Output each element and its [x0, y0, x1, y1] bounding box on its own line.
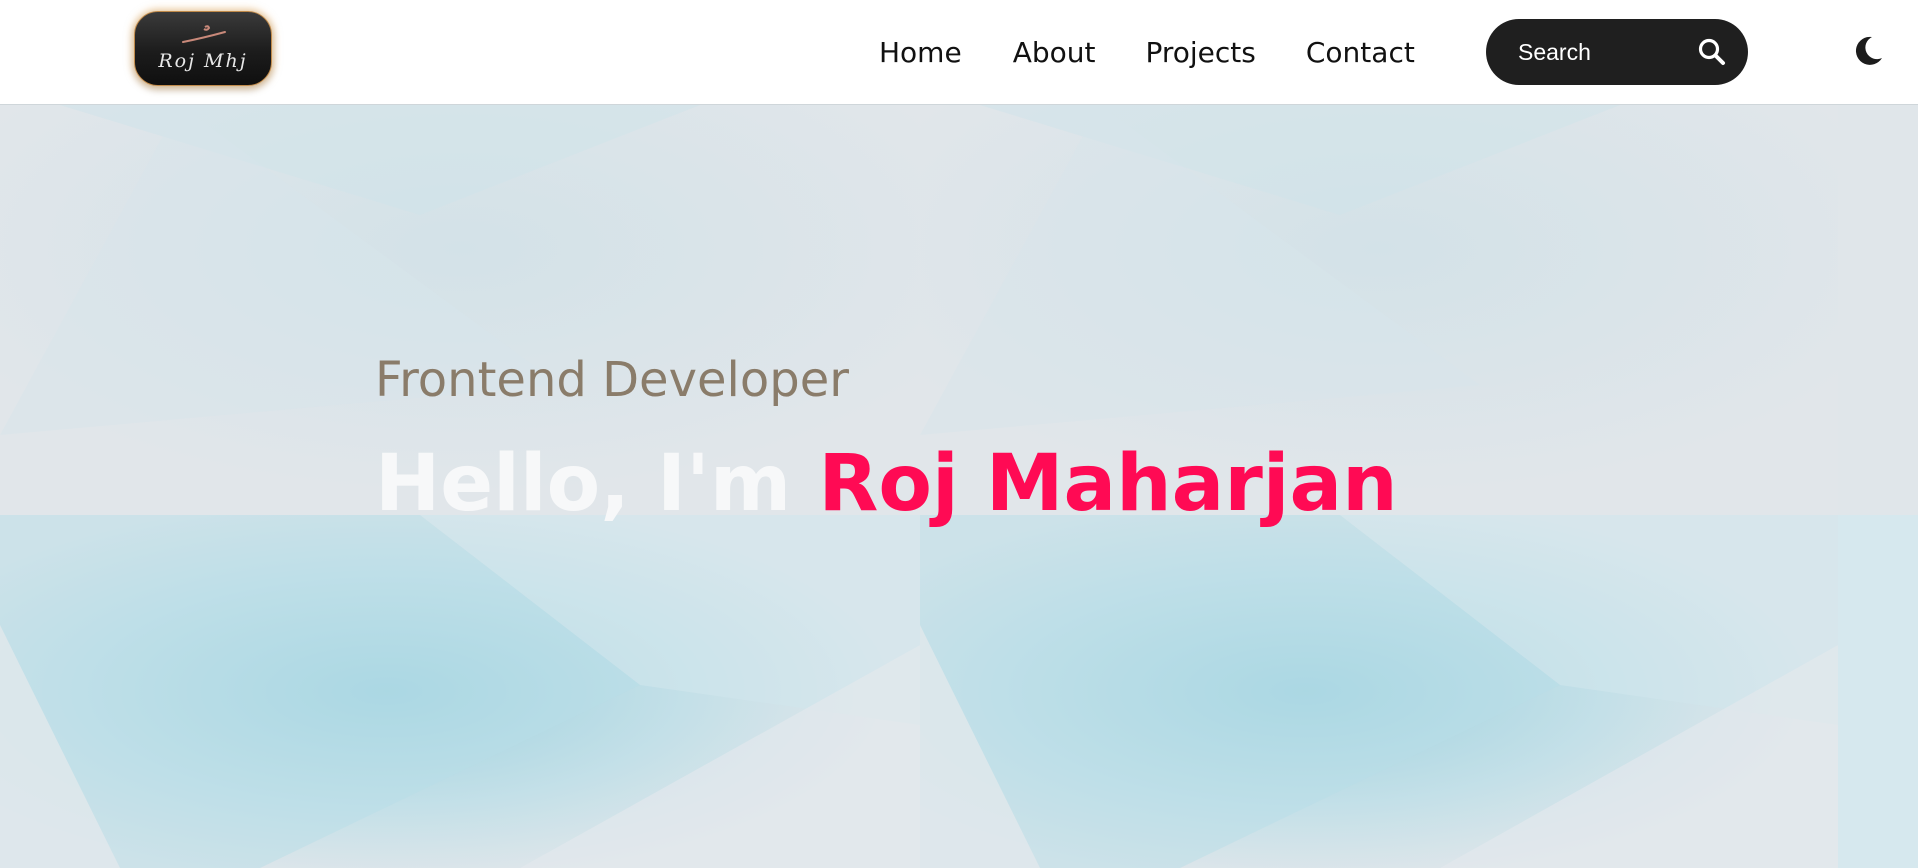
theme-toggle[interactable] — [1852, 34, 1884, 68]
hero-subtitle: Frontend Developer — [375, 352, 849, 408]
nav-link-about[interactable]: About — [1013, 34, 1096, 72]
search-button[interactable] — [1694, 34, 1730, 70]
nav-link-projects[interactable]: Projects — [1145, 34, 1255, 72]
logo-mark-icon — [182, 25, 226, 43]
hero-title: Hello, I'm Roj Maharjan — [375, 436, 1398, 532]
logo-text: Roj Mhj — [158, 50, 248, 72]
hero-section: Frontend Developer Hello, I'm Roj Maharj… — [0, 105, 1918, 868]
logo[interactable]: Roj Mhj — [134, 11, 272, 86]
search-icon — [1698, 38, 1725, 65]
search-box — [1486, 19, 1748, 85]
navbar: Roj Mhj Home About Projects Contact — [0, 0, 1918, 105]
nav-link-home[interactable]: Home — [879, 34, 962, 72]
search-input[interactable] — [1518, 35, 1688, 69]
main-nav: Home About Projects Contact — [879, 34, 1415, 72]
hero-greeting: Hello, I'm — [375, 439, 819, 529]
moon-icon — [1855, 36, 1882, 65]
nav-link-contact[interactable]: Contact — [1306, 34, 1415, 72]
hero-name: Roj Maharjan — [818, 439, 1398, 529]
hero-content: Frontend Developer Hello, I'm Roj Maharj… — [375, 350, 1398, 532]
